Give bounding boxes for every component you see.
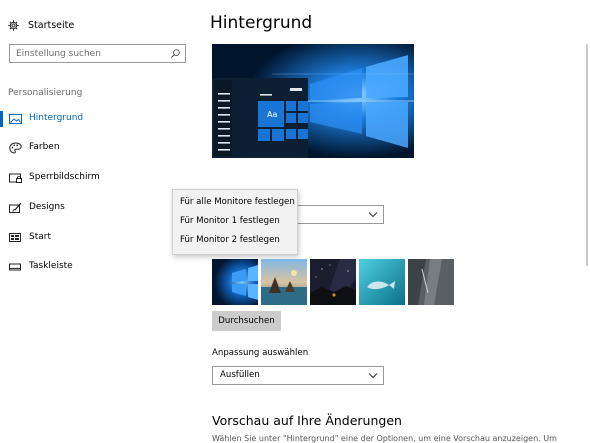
active-indicator [0, 111, 3, 127]
underwater-thumbnail [359, 259, 405, 305]
windows-wallpaper-thumbnail [212, 259, 258, 305]
fit-label: Anpassung auswählen [212, 348, 309, 358]
nav-item-label: Designs [29, 202, 65, 212]
home-link[interactable]: Startseite [8, 16, 74, 34]
taskbar-icon [9, 263, 21, 271]
menu-item-monitor-1[interactable]: Für Monitor 1 festlegen [180, 216, 280, 226]
picture-thumbnail[interactable] [408, 259, 454, 305]
nav-item-sperrbildschirm[interactable]: Sperrbildschirm [0, 167, 200, 189]
search-icon[interactable] [170, 48, 181, 59]
rock-wall-thumbnail [408, 259, 454, 305]
nav-item-hintergrund[interactable]: Hintergrund [0, 108, 200, 130]
settings-search-box[interactable] [9, 44, 186, 63]
menu-item-monitor-2[interactable]: Für Monitor 2 festlegen [180, 235, 280, 245]
picture-thumbnail[interactable] [359, 259, 405, 305]
chevron-down-icon [368, 373, 378, 379]
night-sky-thumbnail [310, 259, 356, 305]
fit-dropdown-value: Ausfüllen [220, 370, 260, 380]
browse-button[interactable]: Durchsuchen [212, 311, 281, 331]
beach-rocks-thumbnail [261, 259, 307, 305]
scrollbar[interactable] [586, 44, 588, 266]
nav-item-label: Taskleiste [29, 261, 73, 271]
preview-heading: Vorschau auf Ihre Änderungen [212, 413, 402, 428]
search-input[interactable] [10, 45, 166, 62]
nav-item-farben[interactable]: Farben [0, 137, 200, 159]
nav-item-start[interactable]: Start [0, 227, 200, 249]
brush-icon [9, 202, 22, 213]
nav-item-label: Start [29, 232, 51, 242]
nav-item-label: Farben [29, 142, 60, 152]
preview-tile-label: Aa [267, 110, 278, 119]
section-heading: Personalisierung [8, 88, 83, 98]
picture-thumbnail[interactable] [261, 259, 307, 305]
nav-item-label: Hintergrund [29, 113, 84, 123]
fit-dropdown[interactable]: Ausfüllen [212, 366, 384, 385]
lock-screen-icon [9, 173, 22, 183]
wallpaper-preview-image [212, 44, 414, 158]
desktop-preview: Aa [212, 44, 414, 158]
menu-item-all-monitors[interactable]: Für alle Monitore festlegen [180, 197, 295, 207]
gear-icon [8, 19, 19, 31]
nav-item-taskleiste[interactable]: Taskleiste [0, 256, 200, 278]
home-label: Startseite [28, 19, 75, 31]
context-menu: Für alle Monitore festlegen Für Monitor … [172, 189, 298, 255]
sidebar: Startseite Personalisierung Hintergrund … [0, 0, 200, 439]
chevron-down-icon [368, 212, 378, 218]
start-grid-icon [9, 233, 21, 242]
picture-thumbnail[interactable] [212, 259, 258, 305]
picture-thumbnail[interactable] [310, 259, 356, 305]
nav-item-label: Sperrbildschirm [29, 172, 100, 182]
nav-item-designs[interactable]: Designs [0, 197, 200, 219]
picture-icon [9, 114, 22, 124]
palette-icon [9, 142, 22, 154]
page-title: Hintergrund [210, 13, 313, 33]
